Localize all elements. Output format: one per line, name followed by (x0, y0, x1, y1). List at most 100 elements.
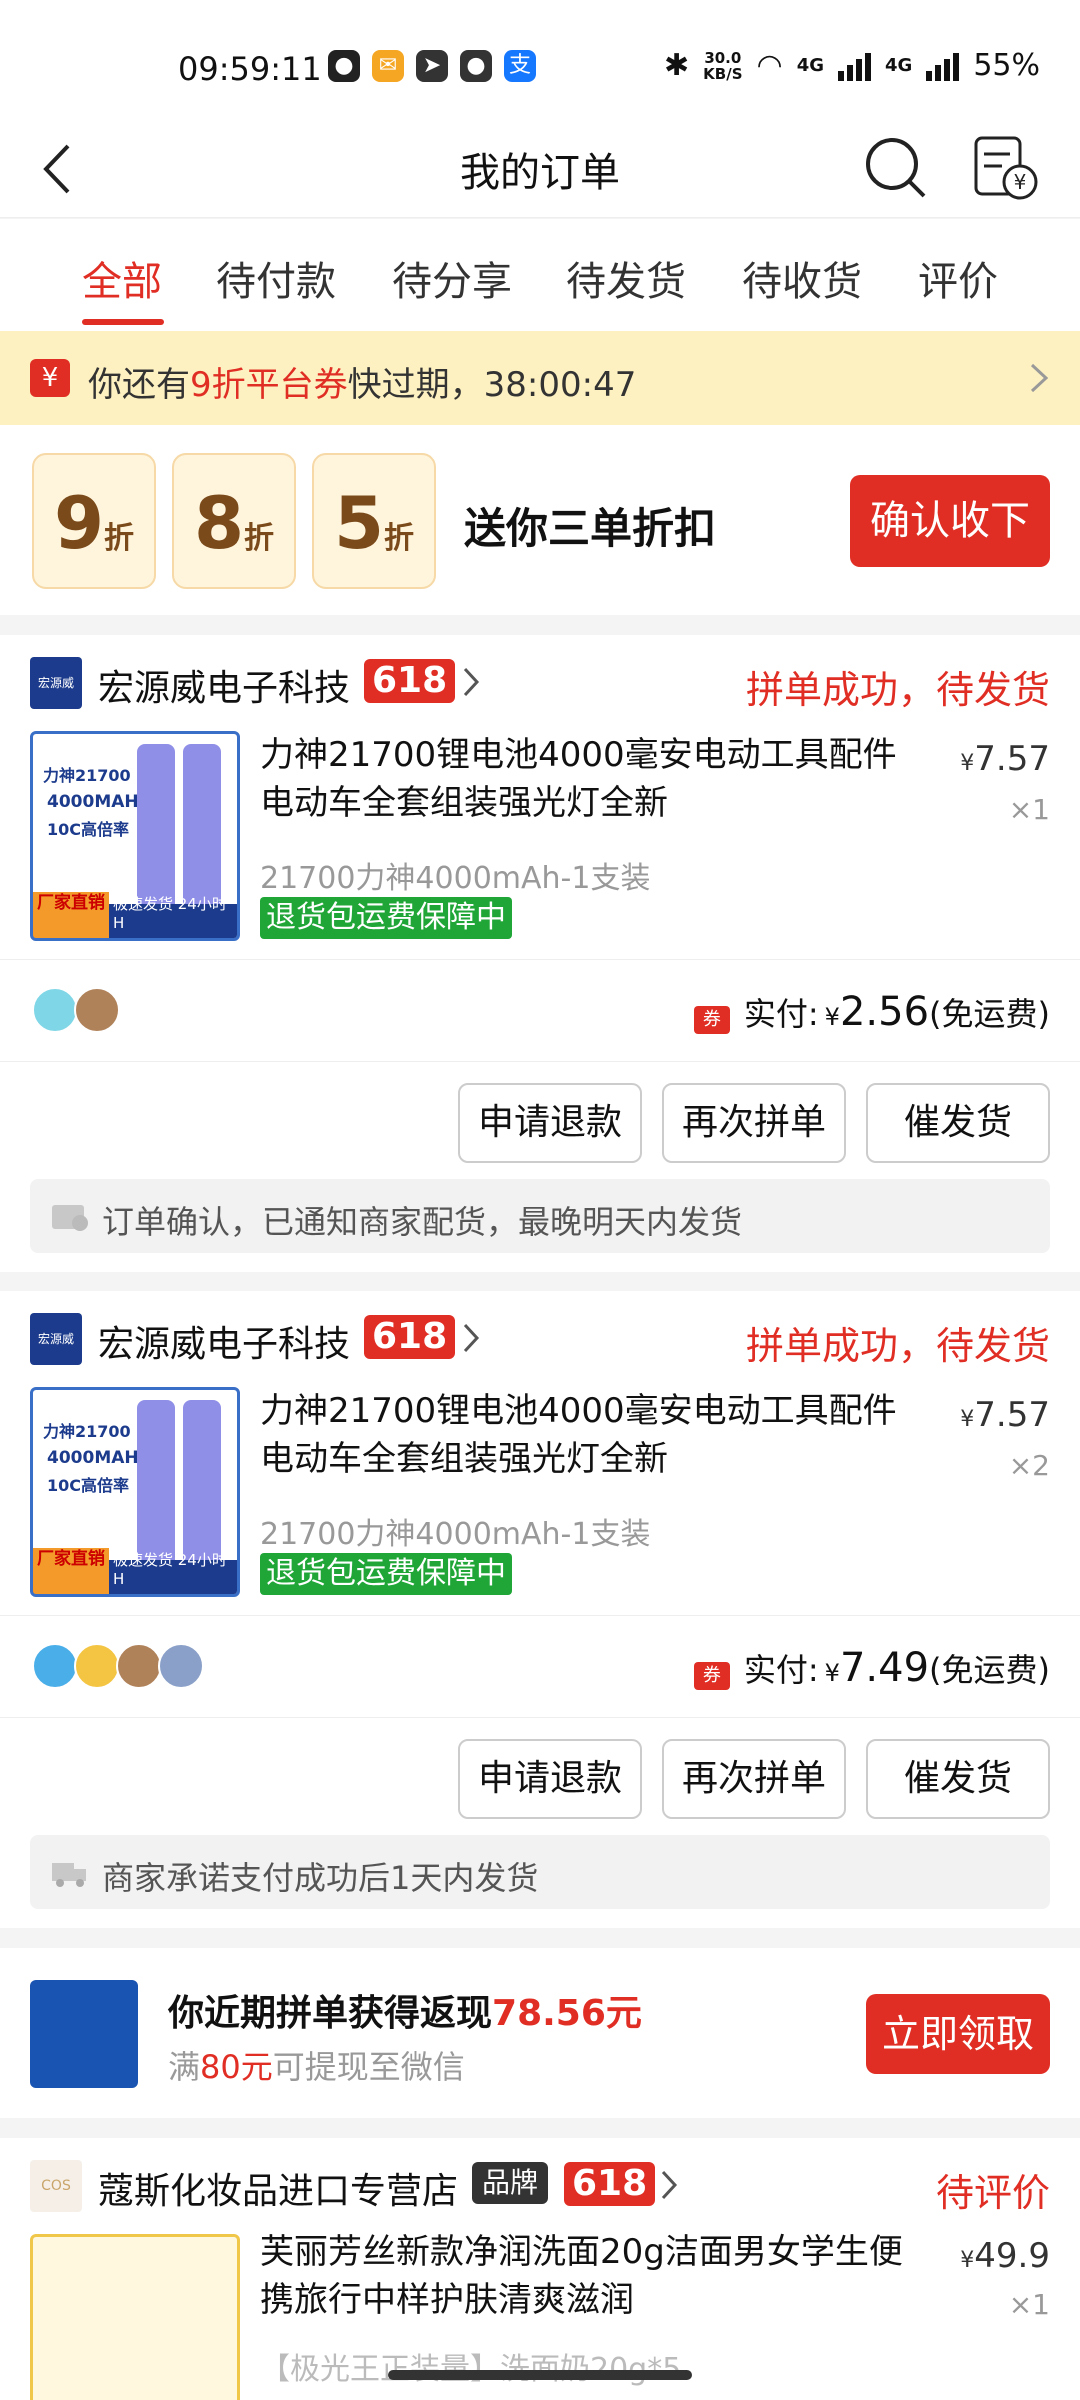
notice-text: 商家承诺支付成功后1天内发货 (102, 1859, 539, 1897)
return-shipping-tag: 退货包运费保障中 (260, 897, 512, 939)
battery-cell (183, 1400, 221, 1570)
confirm-accept-button[interactable]: 确认收下 (850, 475, 1050, 567)
tab-pending-receipt[interactable]: 待收货 (742, 249, 862, 307)
shop-logo: 宏源威 (30, 1313, 82, 1365)
img-text: 力神21700 (43, 766, 131, 785)
paid-label: 实付: (743, 1651, 819, 1689)
chevron-right-icon[interactable] (460, 665, 482, 699)
speed-value: 30.0 (704, 48, 742, 67)
product-qty: ×2 (1008, 1449, 1050, 1482)
tab-pending-payment[interactable]: 待付款 (216, 249, 336, 307)
avatar (116, 1643, 162, 1689)
network-type-1: 4G (796, 55, 824, 76)
product-title[interactable]: 芙丽芳丝新款净润洗面20g洁面男女学生便携旅行中样护肤清爽滋润 (260, 2228, 920, 2324)
paid-value: 7.49 (839, 1645, 930, 1691)
svg-text:¥: ¥ (1014, 170, 1027, 194)
home-indicator[interactable] (388, 2370, 692, 2380)
status-time: 09:59:11 (178, 50, 322, 88)
cashback-sub-before: 满 (168, 2048, 201, 2086)
bluetooth-icon: ✱ (664, 48, 690, 83)
active-tab-indicator (82, 319, 164, 325)
group-avatars[interactable] (32, 987, 120, 1033)
img-text: 4000MAH (47, 792, 139, 812)
paid-amount: 券 实付: ¥ 7.49 (免运费) (693, 1645, 1050, 1691)
price-value: 49.9 (974, 2236, 1050, 2276)
coupon-highlight: 9折平台券 (190, 365, 348, 405)
img-bottom-text: 极速发货 24小时H (113, 895, 227, 932)
discount-section: 9折 8折 5折 送你三单折扣 确认收下 (0, 425, 1080, 615)
price-value: 7.57 (974, 1395, 1050, 1435)
chevron-right-icon[interactable] (460, 1321, 482, 1355)
tab-review[interactable]: 评价 (918, 249, 998, 307)
product-image[interactable]: 力神21700 4000MAH 10C高倍率 极速发货 24小时H 厂家直销 (30, 731, 240, 941)
promo-618-badge: 618 (564, 2162, 656, 2206)
product-title[interactable]: 力神21700锂电池4000毫安电动工具配件电动车全套组装强光灯全新 (260, 1387, 920, 1483)
cashback-sub-after: 可提现至微信 (272, 2048, 465, 2086)
product-price: ¥7.57 (960, 1395, 1050, 1435)
reorder-button[interactable]: 再次拼单 (662, 1739, 846, 1819)
shop-name[interactable]: 宏源威电子科技 (98, 1315, 350, 1367)
paid-currency: ¥ (824, 1659, 840, 1687)
tab-pending-share[interactable]: 待分享 (392, 249, 512, 307)
paid-note: (免运费) (929, 1651, 1050, 1689)
product-spec: 【极光王正装量】洗面奶20g*5 (260, 2344, 681, 2388)
search-button[interactable] (858, 130, 934, 206)
wifi-icon: ◠ (756, 48, 783, 83)
signal-icon-2 (926, 51, 960, 81)
cashback-amount: 78.56元 (492, 1993, 642, 2034)
urge-shipping-button[interactable]: 催发货 (866, 1739, 1050, 1819)
order-notice: 订单确认，已通知商家配货，最晚明天内发货 (30, 1179, 1050, 1253)
price-value: 7.57 (974, 739, 1050, 779)
shop-name[interactable]: 宏源威电子科技 (98, 659, 350, 711)
battery-cell (183, 744, 221, 914)
cashback-title-text: 你近期拼单获得返现 (168, 1993, 493, 2034)
refund-button[interactable]: 申请退款 (458, 1083, 642, 1163)
signal-icon-1 (838, 51, 871, 81)
claim-now-button[interactable]: 立即领取 (866, 1994, 1050, 2074)
divider (0, 1717, 1080, 1718)
discount-num: 8 (193, 481, 245, 565)
product-title[interactable]: 力神21700锂电池4000毫安电动工具配件电动车全套组装强光灯全新 (260, 731, 920, 827)
promo-618-badge: 618 (364, 659, 456, 703)
urge-shipping-button[interactable]: 催发货 (866, 1083, 1050, 1163)
coupon-expiry-banner[interactable]: ¥ 你还有9折平台券快过期，38:00:47 (0, 331, 1080, 425)
bill-button[interactable]: ¥ (966, 128, 1046, 208)
tab-all[interactable]: 全部 (82, 249, 162, 307)
notice-text: 订单确认，已通知商家配货，最晚明天内发货 (102, 1203, 743, 1241)
mail-icon: ✉ (372, 50, 404, 82)
telegram-icon: ➤ (416, 50, 448, 82)
product-image[interactable] (30, 2234, 240, 2400)
status-bar: 09:59:11 ● ✉ ➤ ● 支 ✱ 30.0 KB/S ◠ 4G 4G 5… (0, 0, 1080, 120)
img-text: 4000MAH (47, 1448, 139, 1468)
reorder-button[interactable]: 再次拼单 (662, 1083, 846, 1163)
discount-card-9: 9折 (32, 453, 156, 589)
chevron-right-icon[interactable] (658, 2168, 680, 2202)
battery-cell (137, 744, 175, 914)
status-right: ✱ 30.0 KB/S ◠ 4G 4G 55% (664, 48, 1040, 83)
order-status: 拼单成功，待发货 (745, 1324, 1050, 1368)
cashback-sub-amount: 80元 (200, 2048, 273, 2086)
promo-618-badge: 618 (364, 1315, 456, 1359)
product-spec: 21700力神4000mAh-1支装 (260, 1517, 651, 1552)
coupon-banner-text: 你还有9折平台券快过期，38:00:47 (88, 357, 636, 406)
product-price: ¥49.9 (960, 2236, 1050, 2276)
img-text: 10C高倍率 (47, 1476, 130, 1495)
order-list-page: 09:59:11 ● ✉ ➤ ● 支 ✱ 30.0 KB/S ◠ 4G 4G 5… (0, 0, 1080, 2400)
notification-icons: ● ✉ ➤ ● 支 (328, 50, 536, 82)
shop-name[interactable]: 蔻斯化妆品进口专营店 (98, 2162, 458, 2214)
wechat-icon: ● (460, 50, 492, 82)
group-avatars[interactable] (32, 1643, 204, 1689)
coupon-text-before: 你还有 (88, 365, 190, 405)
shop-logo: 宏源威 (30, 657, 82, 709)
discount-unit: 折 (104, 521, 135, 556)
tab-pending-shipment[interactable]: 待发货 (566, 249, 686, 307)
alipay-icon: 支 (504, 50, 536, 82)
order-notice: 商家承诺支付成功后1天内发货 (30, 1835, 1050, 1909)
discount-card-5: 5折 (312, 453, 436, 589)
refund-button[interactable]: 申请退款 (458, 1739, 642, 1819)
currency: ¥ (960, 2248, 975, 2273)
paid-amount: 券 实付: ¥ 2.56 (免运费) (693, 989, 1050, 1035)
product-image[interactable]: 力神21700 4000MAH 10C高倍率 极速发货 24小时H 厂家直销 (30, 1387, 240, 1597)
discount-unit: 折 (244, 521, 275, 556)
chevron-right-icon (1030, 363, 1049, 393)
